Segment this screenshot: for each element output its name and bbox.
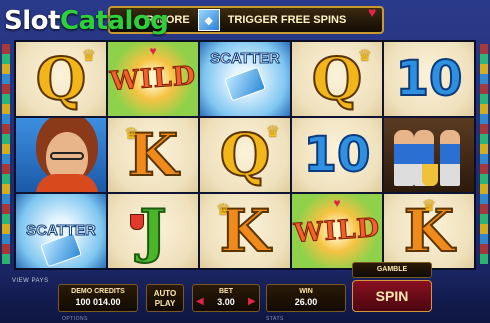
symbol-scatter: SCATTER: [200, 42, 290, 116]
credits-panel: DEMO CREDITS 100 014.00: [58, 284, 138, 312]
reel-3: SCATTER Q ♛ K ♛: [200, 42, 290, 268]
heart-icon: ♥: [149, 44, 157, 58]
shield-icon: [130, 214, 144, 230]
view-pays-link[interactable]: VIEW PAYS: [12, 278, 49, 284]
left-paylines-strip: [2, 44, 10, 264]
stats-link[interactable]: STATS: [266, 316, 284, 322]
crown-icon: ♛: [124, 126, 139, 143]
right-paylines-strip: [480, 44, 488, 264]
bet-label: BET: [219, 288, 233, 295]
symbol-q: Q ♛: [200, 118, 290, 192]
autoplay-button[interactable]: AUTO PLAY: [146, 284, 184, 312]
symbol-wild: ♥ WILD: [292, 194, 382, 268]
crown-icon: ♛: [265, 124, 280, 141]
crown-icon: ♛: [421, 198, 437, 215]
autoplay-line2: PLAY: [154, 299, 176, 308]
reel-1: Q ♛ SCATTER: [16, 42, 106, 268]
symbol-team: [384, 118, 474, 192]
symbol-k: K ♛: [384, 194, 474, 268]
win-panel: WIN 26.00: [266, 284, 346, 312]
scatter-gem-icon: [223, 66, 267, 102]
autoplay-line1: AUTO: [153, 289, 177, 298]
symbol-q: Q ♛: [16, 42, 106, 116]
heart-icon: ♥: [368, 4, 377, 20]
scatter-label: SCATTER: [26, 222, 97, 240]
win-value: 26.00: [294, 297, 318, 307]
credits-value: 100 014.00: [75, 297, 121, 307]
wild-label: WILD: [292, 213, 382, 250]
glasses-icon: [50, 152, 84, 160]
crown-icon: ♛: [81, 48, 96, 65]
player-figure: [440, 130, 460, 186]
symbol-wild: ♥ WILD: [108, 42, 198, 116]
watermark-slot: Slot: [4, 6, 60, 36]
heart-icon: ♥: [333, 196, 341, 210]
symbol-10-number: 10: [395, 51, 464, 107]
player-figure: [394, 130, 414, 186]
reel-grid: Q ♛ SCATTER ♥ WILD K ♛ J SCATTER Q ♛ K ♛…: [14, 40, 476, 270]
win-label: WIN: [299, 288, 313, 295]
crown-icon: ♛: [216, 202, 231, 219]
options-link[interactable]: OPTIONS: [62, 316, 88, 322]
woman-body: [36, 174, 98, 192]
banner-right-text: TRIGGER FREE SPINS: [227, 14, 347, 26]
credits-label: DEMO CREDITS: [71, 288, 125, 295]
slotcatalog-watermark: SlotCatalog: [4, 6, 169, 36]
symbol-portrait: [16, 118, 106, 192]
symbol-10-number: 10: [303, 127, 372, 183]
spin-button[interactable]: SPIN: [352, 280, 432, 312]
symbol-k: K ♛: [200, 194, 290, 268]
scatter-label: SCATTER: [210, 50, 281, 68]
symbol-q-letter: Q: [219, 121, 272, 189]
gamble-button[interactable]: GAMBLE: [352, 262, 432, 278]
symbol-10: 10: [292, 118, 382, 192]
reel-4: Q ♛ 10 ♥ WILD: [292, 42, 382, 268]
symbol-q-letter: Q: [311, 45, 364, 113]
symbol-q-letter: Q: [35, 45, 88, 113]
symbol-q: Q ♛: [292, 42, 382, 116]
symbol-10: 10: [384, 42, 474, 116]
crown-icon: ♛: [357, 48, 372, 65]
symbol-j-letter: J: [138, 197, 167, 265]
symbol-scatter: SCATTER: [16, 194, 106, 268]
bet-increase-arrow-icon[interactable]: ▶: [248, 296, 256, 307]
reel-2: ♥ WILD K ♛ J: [108, 42, 198, 268]
bet-decrease-arrow-icon[interactable]: ◀: [196, 296, 204, 307]
reel-5: 10 K ♛: [384, 42, 474, 268]
symbol-k: K ♛: [108, 118, 198, 192]
trophy-icon: [422, 164, 438, 186]
watermark-catalog: Catalog: [59, 6, 169, 36]
symbol-j: J: [108, 194, 198, 268]
scatter-gem-icon: ◆: [197, 9, 220, 31]
wild-label: WILD: [108, 61, 198, 98]
